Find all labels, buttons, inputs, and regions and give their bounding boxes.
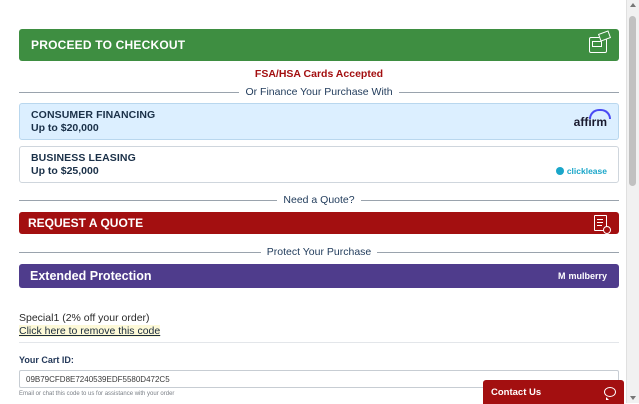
quote-divider-text: Need a Quote? <box>283 194 355 206</box>
request-quote-button[interactable]: REQUEST A QUOTE <box>19 212 619 234</box>
protect-divider-text: Protect Your Purchase <box>266 246 372 258</box>
scrollbar-thumb[interactable] <box>629 16 636 186</box>
request-quote-label: REQUEST A QUOTE <box>28 216 144 230</box>
clicklease-text: clicklease <box>566 165 607 176</box>
proceed-to-checkout-button[interactable]: PROCEED TO CHECKOUT <box>19 29 619 61</box>
extended-protection-label: Extended Protection <box>30 269 152 283</box>
checkout-label: PROCEED TO CHECKOUT <box>31 38 186 52</box>
scroll-down-arrow-icon[interactable] <box>630 396 636 400</box>
business-leasing-amount: Up to $25,000 <box>31 165 99 177</box>
mulberry-mark-icon: M <box>557 271 566 281</box>
finance-divider: Or Finance Your Purchase With <box>19 85 620 99</box>
affirm-logo: affirm <box>573 108 612 129</box>
clicklease-mark-icon <box>555 166 564 175</box>
scroll-up-arrow-icon[interactable] <box>630 3 636 7</box>
business-leasing-option[interactable]: BUSINESS LEASING Up to $25,000 clickleas… <box>19 146 619 183</box>
credit-card-icon <box>589 37 607 53</box>
quote-divider: Need a Quote? <box>19 193 619 207</box>
business-leasing-title: BUSINESS LEASING <box>31 152 136 164</box>
remove-coupon-link[interactable]: Click here to remove this code <box>19 325 161 337</box>
protect-divider: Protect Your Purchase <box>19 245 620 259</box>
clicklease-logo: clicklease <box>555 165 607 176</box>
consumer-financing-option[interactable]: CONSUMER FINANCING Up to $20,000 affirm <box>19 103 619 140</box>
mulberry-logo: M mulberry <box>558 271 607 281</box>
fsa-hsa-note: FSA/HSA Cards Accepted <box>254 68 384 80</box>
cart-id-label: Your Cart ID: <box>19 355 74 365</box>
section-separator <box>19 342 619 343</box>
quote-document-icon <box>594 215 611 234</box>
chat-bubble-icon <box>604 387 616 400</box>
finance-divider-text: Or Finance Your Purchase With <box>245 86 393 98</box>
contact-us-label: Contact Us <box>491 386 542 398</box>
extended-protection-button[interactable]: Extended Protection M mulberry <box>19 264 619 288</box>
consumer-financing-title: CONSUMER FINANCING <box>31 109 156 121</box>
coupon-text: Special1 (2% off your order) <box>19 312 150 324</box>
mulberry-text: mulberry <box>568 271 607 281</box>
contact-us-button[interactable]: Contact Us <box>483 380 624 404</box>
consumer-financing-amount: Up to $20,000 <box>31 122 99 134</box>
page-scrollbar[interactable] <box>626 0 639 403</box>
cart-id-hint: Email or chat this code to us for assist… <box>19 391 175 397</box>
